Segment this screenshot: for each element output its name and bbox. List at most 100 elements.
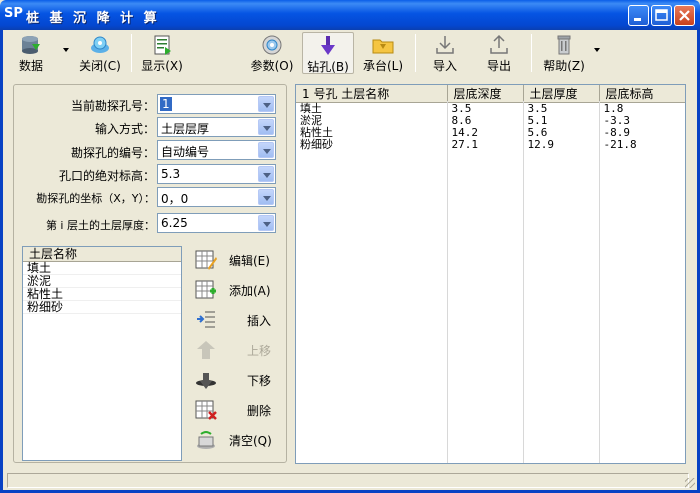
folder-cap-icon [372,39,394,54]
chevron-down-icon[interactable] [258,142,274,158]
maximize-button[interactable] [651,5,672,26]
params-label: 参数(O) [250,59,294,73]
move-up-label: 上移 [247,344,272,358]
status-bar [3,470,697,490]
close-window-button[interactable] [674,5,695,26]
coords-label: 勘探孔的坐标（X，Y）： [36,192,155,205]
maximize-icon [655,9,668,21]
elevation-label: 孔口的绝对标高： [58,169,155,183]
move-down-icon [196,373,216,389]
move-down-button[interactable]: 下移 [195,367,275,393]
add-label: 添加(A) [229,284,271,298]
input-mode-value: 土层层厚 [161,122,210,136]
hole-number-label: 勘探孔的编号： [70,146,155,160]
display-button[interactable]: 显示(X) [139,32,185,74]
data-dropdown-arrow[interactable] [63,48,69,52]
help-dropdown-arrow[interactable] [594,48,600,52]
hole-number-value: 自动编号 [161,145,210,159]
chevron-down-icon[interactable] [258,96,274,112]
table-header-row: 1 号孔 土层名称 层底深度 土层厚度 层底标高 [296,85,685,103]
table-add-icon [195,280,216,299]
help-button[interactable]: 帮助(Z) [539,32,589,74]
column-header-name[interactable]: 1 号孔 土层名称 [296,85,448,103]
resize-grip-icon[interactable] [685,478,695,488]
edit-label: 编辑(E) [229,254,270,268]
clear-bin-icon [197,431,215,449]
display-label: 显示(X) [141,59,183,73]
app-logo: SP [4,6,23,21]
elevation-combo[interactable]: 5.3 [157,164,276,184]
edit-button[interactable]: 编辑(E) [195,247,275,273]
disc-settings-icon [262,35,282,55]
drill-label: 钻孔(B) [307,60,349,74]
column-header-thickness[interactable]: 土层厚度 [523,85,600,103]
drill-down-arrow-icon [321,36,335,55]
table-edit-icon [195,250,217,270]
move-up-button[interactable]: 上移 [195,337,275,363]
list-item[interactable]: 粉细砂 [23,301,181,314]
column-divider [599,101,600,463]
export-icon [490,34,508,54]
thickness-value: 6.25 [161,216,188,230]
table-cell[interactable]: 12.9 [523,139,600,151]
document-display-icon [154,35,171,55]
table-row[interactable]: 粉细砂 27.1 12.9 -21.8 [296,139,685,151]
eject-icon [91,36,109,53]
chevron-down-icon[interactable] [258,189,274,205]
coords-value: 0，0 [161,192,189,206]
clear-button[interactable]: 清空(Q) [195,427,275,453]
minimize-icon [634,18,641,21]
window-frame-left [0,30,3,493]
help-bin-icon [557,35,571,55]
help-label: 帮助(Z) [543,59,585,73]
close-icon [679,10,690,21]
current-hole-label: 当前勘探孔号： [70,99,155,113]
coords-combo[interactable]: 0，0 [157,187,276,207]
minimize-button[interactable] [628,5,649,26]
import-button[interactable]: 导入 [427,32,463,74]
column-header-depth[interactable]: 层底深度 [447,85,524,103]
close-button[interactable]: 关闭(C) [77,32,123,74]
insert-row-icon [197,311,215,328]
column-divider [447,101,448,463]
add-button[interactable]: 添加(A) [195,277,275,303]
data-label: 数据 [18,59,43,73]
current-hole-value: 1 [160,97,172,111]
chevron-down-icon[interactable] [258,215,274,231]
status-pane [7,473,689,488]
import-label: 导入 [432,59,457,73]
params-button[interactable]: 参数(O) [249,32,295,74]
data-button[interactable]: 数据 [11,32,51,74]
move-up-icon [197,341,215,359]
toolbar: 数据 关闭(C) 显示(X) 参数(O) 钻孔(B) 承台(L) 导入 导出 帮… [3,30,697,76]
drill-button[interactable]: 钻孔(B) [302,32,354,74]
delete-button[interactable]: 删除 [195,397,275,423]
chevron-down-icon[interactable] [258,119,274,135]
layer-list[interactable]: 土层名称 填土 淤泥 粘性土 粉细砂 [22,246,182,461]
hole-number-combo[interactable]: 自动编号 [157,140,276,160]
export-label: 导出 [486,59,511,73]
elevation-value: 5.3 [161,167,181,181]
cap-button[interactable]: 承台(L) [359,32,407,74]
table-cell[interactable]: 粉细砂 [296,139,448,151]
thickness-label: 第 i 层土的土层厚度： [45,219,155,232]
insert-button[interactable]: 插入 [195,307,275,333]
thickness-combo[interactable]: 6.25 [157,213,276,233]
cap-label: 承台(L) [362,59,404,73]
chevron-down-icon[interactable] [258,166,274,182]
move-down-label: 下移 [247,374,272,388]
toolbar-separator [415,34,416,72]
export-button[interactable]: 导出 [481,32,517,74]
toolbar-separator [131,34,132,72]
table-cell[interactable]: 27.1 [447,139,524,151]
import-icon [436,36,454,54]
column-header-elevation[interactable]: 层底标高 [599,85,685,103]
table-cell[interactable]: -21.8 [599,139,685,151]
close-label: 关闭(C) [79,59,121,73]
input-mode-combo[interactable]: 土层层厚 [157,117,276,137]
current-hole-combo[interactable]: 1 [157,94,276,114]
window-title: 桩 基 沉 降 计 算 [26,11,160,26]
layer-table[interactable]: 1 号孔 土层名称 层底深度 土层厚度 层底标高 填土 3.5 3.5 1.8 … [295,84,686,464]
delete-label: 删除 [247,404,272,418]
layer-list-header: 土层名称 [23,247,181,262]
